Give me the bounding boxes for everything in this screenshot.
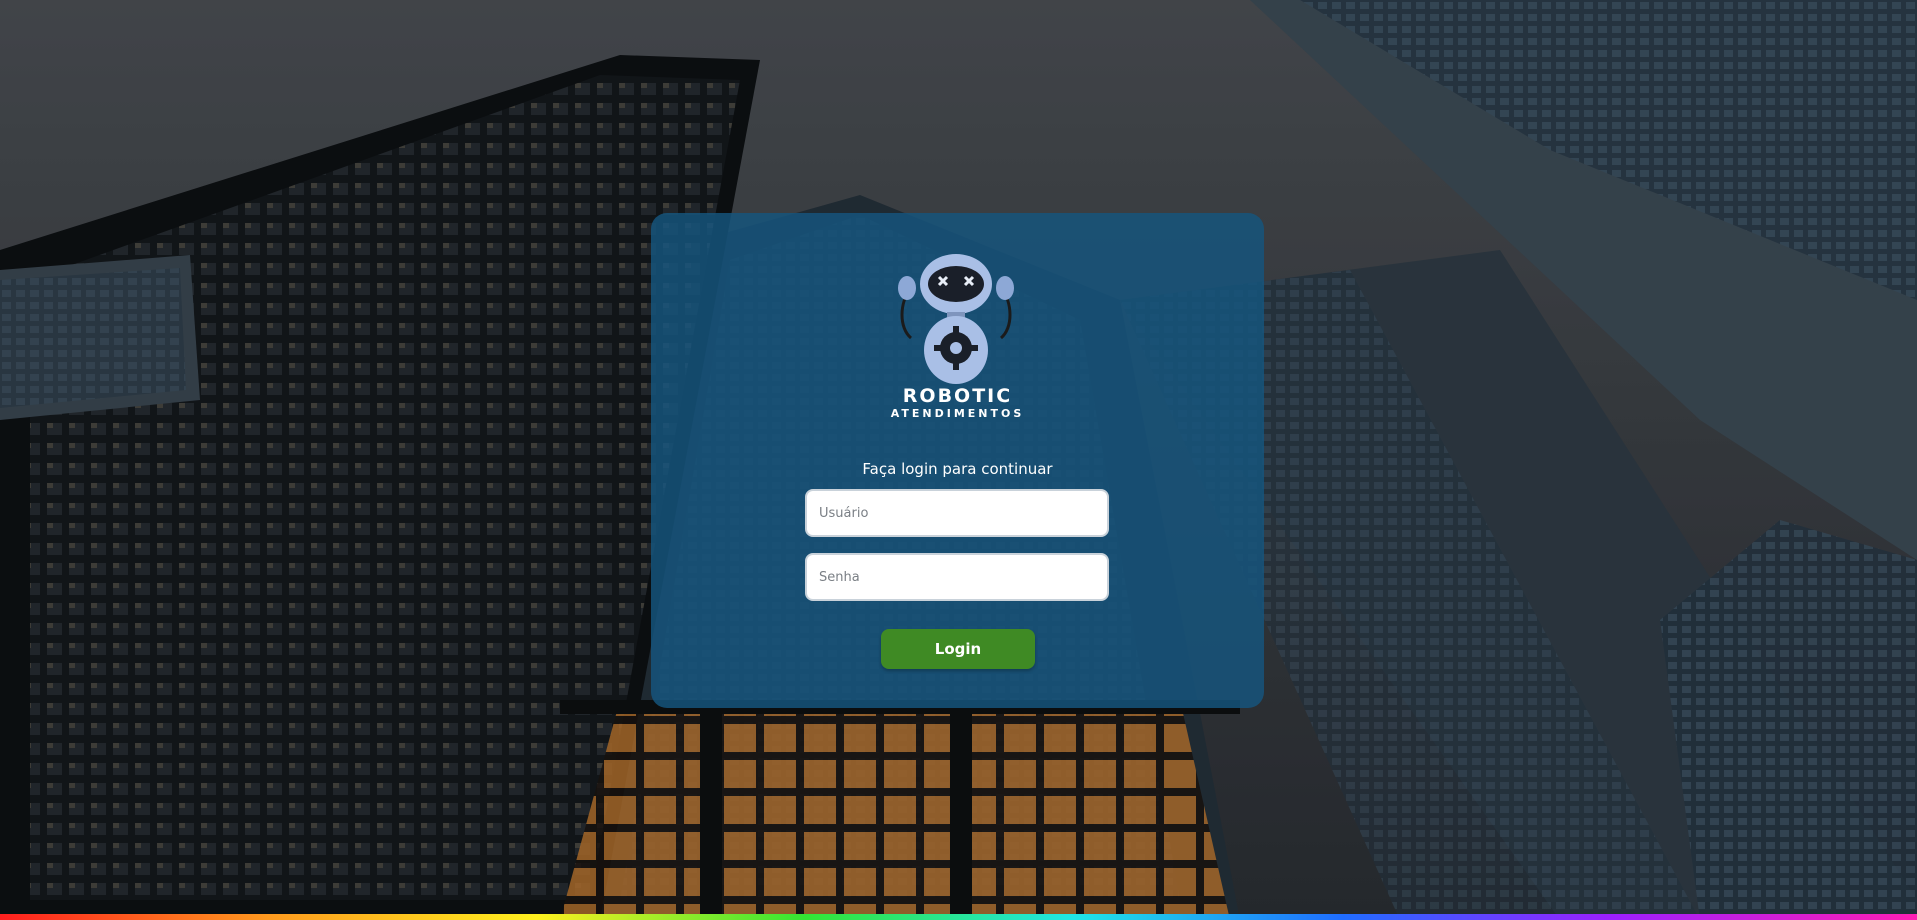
login-prompt: Faça login para continuar (862, 460, 1053, 478)
rainbow-bottom-bar (0, 914, 1917, 920)
login-button[interactable]: Login (881, 629, 1035, 669)
brand-name: ROBOTIC (902, 385, 1013, 407)
login-card: ROBOTIC ATENDIMENTOS Faça login para con… (651, 213, 1264, 708)
password-input[interactable] (805, 553, 1109, 601)
username-input[interactable] (805, 489, 1109, 537)
brand-tagline: ATENDIMENTOS (890, 407, 1025, 420)
robot-mascot-icon (898, 254, 1014, 384)
